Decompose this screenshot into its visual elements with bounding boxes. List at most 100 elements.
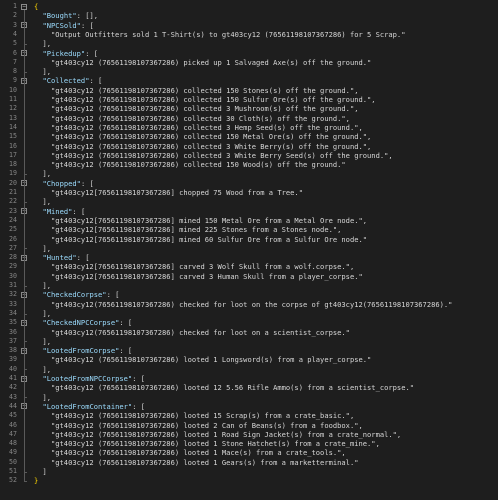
line-number: 45 [9,411,17,420]
code-line[interactable]: 28−"Hunted": [ [0,253,498,262]
code-line[interactable]: 47 "gt403cy12 (76561198107367286) looted … [0,430,498,439]
code-line[interactable]: 14 "gt403cy12 (76561198107367286) collect… [0,123,498,132]
code-line[interactable]: 50 "gt403cy12 (76561198107367286) looted … [0,458,498,467]
line-number: 10 [9,85,17,94]
code-text: "gt403cy12 (76561198107367286) looted 2 … [51,421,363,430]
json-punctuation: : [ [119,318,133,328]
code-line[interactable]: 46 "gt403cy12 (76561198107367286) looted … [0,421,498,430]
code-editor[interactable]: 1−{2"Bought": [],3−"NPCSold": [4"Output … [0,0,498,500]
code-text: "gt403cy12(76561198107367286) checked fo… [51,300,452,309]
code-line[interactable]: 45 "gt403cy12 (76561198107367286) looted … [0,411,498,420]
code-line[interactable]: 36 "gt403cy12(76561198107367286) checked … [0,328,498,337]
code-line[interactable]: 4 "Output Outfitters sold 1 T-Shirt(s) to… [0,30,498,39]
json-string: "gt403cy12 (76561198107367286) looted 1 … [51,448,346,458]
json-string: "Output Outfitters sold 1 T-Shirt(s) to … [51,29,406,39]
code-text: "Output Outfitters sold 1 T-Shirt(s) to … [51,30,405,39]
code-line[interactable]: 23−"Mined": [ [0,207,498,216]
code-line[interactable]: 8], [0,67,498,76]
code-text: "gt403cy12[76561198107367286] carved 3 H… [51,272,363,281]
code-line[interactable]: 24 "gt403cy12[76561198107367286] mined 15… [0,216,498,225]
line-number: 9 [13,76,17,85]
json-punctuation: : [ [76,253,90,263]
code-line[interactable]: 49 "gt403cy12 (76561198107367286) looted … [0,448,498,457]
code-text: "gt403cy12 (76561198107367286) collected… [51,142,371,151]
code-line[interactable]: 21 "gt403cy12[76561198107367286] chopped … [0,188,498,197]
code-line[interactable]: 34], [0,309,498,318]
code-line[interactable]: 26 "gt403cy12[76561198107367286] mined 60… [0,235,498,244]
code-line[interactable]: 27], [0,244,498,253]
line-number: 5 [13,39,17,48]
json-key: "LootedFromNPCCorpse" [42,374,133,383]
code-text: "gt403cy12 (76561198107367286) collected… [51,151,393,160]
code-text: ], [43,244,52,253]
code-text: ], [43,197,52,206]
code-line[interactable]: 41−"LootedFromNPCCorpse": [ [0,374,498,383]
json-punctuation: ], [42,308,52,318]
code-line[interactable]: 22], [0,197,498,206]
code-line[interactable]: 5], [0,39,498,48]
code-line[interactable]: 6−"Pickedup": [ [0,49,498,58]
code-line[interactable]: 12 "gt403cy12 (76561198107367286) collect… [0,104,498,113]
json-punctuation: : [ [132,374,145,383]
code-text: "gt403cy12[76561198107367286] mined 60 S… [51,235,367,244]
code-line[interactable]: 18 "gt403cy12 (76561198107367286) collect… [0,160,498,169]
json-key: "Bought" [42,11,77,21]
code-line[interactable]: 35−"CheckedNPCCorpse": [ [0,318,498,327]
code-text: { [34,2,38,11]
json-punctuation: ], [42,39,52,49]
code-line[interactable]: 20−"Chopped": [ [0,179,498,188]
code-text: "CheckedNPCCorpse": [ [43,318,133,327]
code-text: "gt403cy12 (76561198107367286) collected… [51,160,346,169]
line-number: 16 [9,141,17,150]
json-string: "gt403cy12[76561198107367286] chopped 75… [51,188,303,197]
code-line[interactable]: 51] [0,467,498,476]
code-line[interactable]: 17 "gt403cy12 (76561198107367286) collect… [0,151,498,160]
json-punctuation: ], [42,392,52,402]
json-punctuation: { [34,2,39,11]
fold-guide-end [24,480,27,482]
code-line[interactable]: 40], [0,365,498,374]
line-number: 31 [9,281,17,289]
json-punctuation: } [34,476,39,486]
code-line[interactable]: 13 "gt403cy12 (76561198107367286) collect… [0,114,498,123]
code-text: ], [43,393,52,402]
json-key: "NPCSold" [42,20,81,30]
line-number: 15 [9,132,17,141]
code-text: "gt403cy12 (76561198107367286) collected… [51,86,359,95]
code-line[interactable]: 32−"CheckedCorpse": [ [0,290,498,299]
code-line[interactable]: 29 "gt403cy12[76561198107367286] carved 3… [0,262,498,271]
code-line[interactable]: 43], [0,393,498,402]
code-line[interactable]: 48 "gt403cy12 (76561198107367286) looted … [0,439,498,448]
code-line[interactable]: 7 "gt403cy12 (76561198107367286) picked u… [0,58,498,67]
json-punctuation: ], [42,243,52,253]
json-punctuation: : [ [85,48,99,58]
json-string: "gt403cy12 (76561198107367286) collected… [51,122,363,132]
code-line[interactable]: 39 "gt403cy12 (76561198107367286) looted … [0,355,498,364]
code-line[interactable]: 31], [0,281,498,290]
code-line[interactable]: 9−"Collected": [ [0,76,498,85]
json-punctuation: : [ [80,178,94,188]
line-number: 25 [9,225,17,234]
line-number: 51 [9,467,17,475]
line-number: 7 [13,57,17,66]
code-line[interactable]: 19], [0,169,498,178]
code-line[interactable]: 52} [0,476,498,485]
code-text: } [34,476,38,485]
code-line[interactable]: 11 "gt403cy12 (76561198107367286) collect… [0,95,498,104]
code-line[interactable]: 44−"LootedFromContainer": [ [0,402,498,411]
fold-toggle-icon[interactable]: − [21,3,27,10]
code-line[interactable]: 30 "gt403cy12[76561198107367286] carved 3… [0,272,498,281]
code-line[interactable]: 33 "gt403cy12(76561198107367286) checked … [0,300,498,309]
code-line[interactable]: 38−"LootedFromCorpse": [ [0,346,498,355]
code-line[interactable]: 2 "Bought": [], [0,11,498,20]
code-line[interactable]: 16 "gt403cy12 (76561198107367286) collect… [0,142,498,151]
code-line[interactable]: 1−{ [0,2,498,11]
code-line[interactable]: 37], [0,337,498,346]
code-line[interactable]: 10 "gt403cy12 (76561198107367286) collect… [0,86,498,95]
code-line[interactable]: 25 "gt403cy12[76561198107367286] mined 22… [0,225,498,234]
code-line[interactable]: 42 "gt403cy12 (76561198107367286) looted … [0,383,498,392]
code-line[interactable]: 3−"NPCSold": [ [0,21,498,30]
code-text: "gt403cy12 (76561198107367286) collected… [51,132,371,141]
code-line[interactable]: 15 "gt403cy12 (76561198107367286) collect… [0,132,498,141]
line-number: 42 [9,383,17,392]
